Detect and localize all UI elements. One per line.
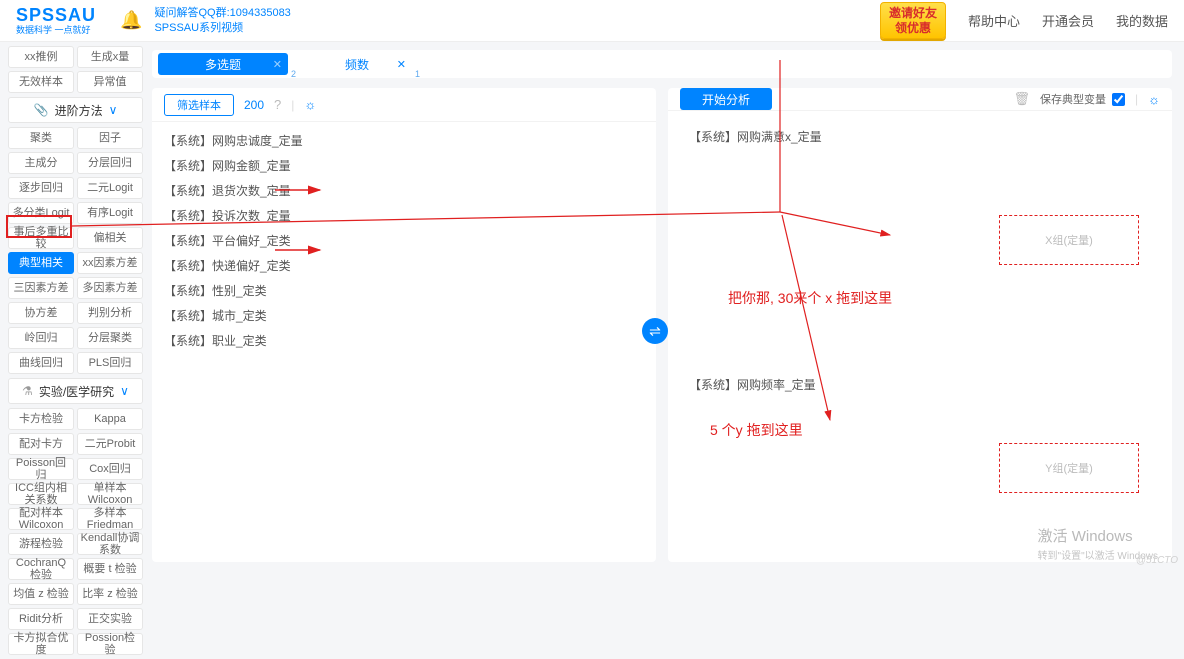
main-area: 多选题 ✕ 2 频数 ✕ 1 筛选样本 200 ? | ☼ 【系统】网购忠诚度_… xyxy=(152,50,1172,564)
tab-frequency[interactable]: 频数 ✕ 1 xyxy=(302,53,412,75)
chevron-down-icon: ∨ xyxy=(120,384,129,398)
side-btn[interactable]: 逐步回归 xyxy=(8,177,74,199)
side-btn[interactable]: 配对卡方 xyxy=(8,433,74,455)
x-zone-item[interactable]: 【系统】网购满意x_定量 xyxy=(679,120,1161,145)
side-btn[interactable]: 卡方拟合优度 xyxy=(8,633,74,655)
logo-block: SPSSAU 数据科学 一点就好 xyxy=(16,5,96,36)
side-btn[interactable]: 协方差 xyxy=(8,302,74,324)
save-model-label: 保存典型变量 xyxy=(1040,91,1106,107)
sample-count: 200 xyxy=(244,98,264,112)
save-model-checkbox[interactable] xyxy=(1112,93,1125,106)
variable-list: 【系统】网购忠诚度_定量【系统】网购金额_定量【系统】退货次数_定量【系统】投诉… xyxy=(152,122,656,562)
close-icon[interactable]: ✕ xyxy=(273,58,282,71)
tab-multichoice[interactable]: 多选题 ✕ 2 xyxy=(158,53,288,75)
side-btn[interactable]: 卡方检验 xyxy=(8,408,74,430)
trash-icon[interactable]: 🗑 xyxy=(1013,91,1030,107)
analysis-tabs: 多选题 ✕ 2 频数 ✕ 1 xyxy=(152,50,1172,78)
side-btn[interactable]: 典型相关 xyxy=(8,252,74,274)
side-btn[interactable]: 生成x量 xyxy=(77,46,143,68)
help-center-link[interactable]: 帮助中心 xyxy=(968,11,1020,30)
side-btn[interactable]: 多分类Logit xyxy=(8,202,74,224)
side-btn[interactable]: 比率 z 检验 xyxy=(77,583,143,605)
side-btn[interactable]: 正交实验 xyxy=(77,608,143,630)
bulb-icon[interactable]: ☼ xyxy=(1148,92,1160,107)
side-btn[interactable]: 有序Logit xyxy=(77,202,143,224)
side-btn[interactable]: Ridit分析 xyxy=(8,608,74,630)
side-btn[interactable]: 事后多重比较 xyxy=(8,227,74,249)
variable-item[interactable]: 【系统】城市_定类 xyxy=(164,303,644,328)
side-btn[interactable]: 单样本Wilcoxon xyxy=(77,483,143,505)
close-icon[interactable]: ✕ xyxy=(397,58,406,71)
clip-icon: 📎 xyxy=(34,103,49,117)
side-btn[interactable]: 多因素方差 xyxy=(77,277,143,299)
sidebar-section-experiment[interactable]: ⚗ 实验/医学研究 ∨ xyxy=(8,378,143,404)
filter-sample-button[interactable]: 筛选样本 xyxy=(164,94,234,116)
side-btn[interactable]: 岭回归 xyxy=(8,327,74,349)
variable-item[interactable]: 【系统】快递偏好_定类 xyxy=(164,253,644,278)
header-help-links: 疑问解答QQ群:1094335083 SPSSAU系列视频 xyxy=(154,6,290,35)
side-btn[interactable]: 多样本Friedman xyxy=(77,508,143,530)
qq-group-link[interactable]: 疑问解答QQ群:1094335083 xyxy=(154,6,290,20)
logo: SPSSAU xyxy=(16,5,96,25)
side-btn[interactable]: 二元Probit xyxy=(77,433,143,455)
side-btn[interactable]: 曲线回归 xyxy=(8,352,74,374)
side-btn[interactable]: PLS回归 xyxy=(77,352,143,374)
side-btn[interactable]: 分层聚类 xyxy=(77,327,143,349)
side-btn[interactable]: xx推例 xyxy=(8,46,74,68)
side-btn[interactable]: 因子 xyxy=(77,127,143,149)
side-btn[interactable]: CochranQ检验 xyxy=(8,558,74,580)
start-analysis-button[interactable]: 开始分析 xyxy=(680,88,772,110)
side-btn[interactable]: Possion检验 xyxy=(77,633,143,655)
config-panel: ⇌ 开始分析 🗑 保存典型变量 | ☼ 【系统】网购满意x_定量 X组(定量) xyxy=(668,88,1172,562)
side-btn[interactable]: 均值 z 检验 xyxy=(8,583,74,605)
variable-item[interactable]: 【系统】网购忠诚度_定量 xyxy=(164,128,644,153)
bell-icon[interactable]: 🔔 xyxy=(120,10,142,31)
left-sidebar: xx推例 生成x量 无效样本 异常值 📎 进阶方法 ∨ 聚类因子主成分分层回归逐… xyxy=(8,46,143,659)
side-btn[interactable]: ICC组内相关系数 xyxy=(8,483,74,505)
sidebar-section-advanced[interactable]: 📎 进阶方法 ∨ xyxy=(8,97,143,123)
my-data-link[interactable]: 我的数据 xyxy=(1116,11,1168,30)
side-btn[interactable]: 偏相关 xyxy=(77,227,143,249)
video-link[interactable]: SPSSAU系列视频 xyxy=(154,21,290,35)
side-btn[interactable]: 主成分 xyxy=(8,152,74,174)
side-btn[interactable]: Kappa xyxy=(77,408,143,430)
side-btn[interactable]: 异常值 xyxy=(77,71,143,93)
variable-item[interactable]: 【系统】网购金额_定量 xyxy=(164,153,644,178)
variable-item[interactable]: 【系统】平台偏好_定类 xyxy=(164,228,644,253)
bulb-icon[interactable]: ☼ xyxy=(304,97,316,112)
side-btn[interactable]: 判别分析 xyxy=(77,302,143,324)
side-btn[interactable]: 二元Logit xyxy=(77,177,143,199)
variable-item[interactable]: 【系统】职业_定类 xyxy=(164,328,644,353)
side-btn[interactable]: xx因素方差 xyxy=(77,252,143,274)
side-btn[interactable]: 概要 t 检验 xyxy=(77,558,143,580)
header-right: 邀请好友 领优惠 帮助中心 开通会员 我的数据 xyxy=(880,2,1168,39)
chevron-down-icon: ∨ xyxy=(109,103,118,117)
y-drop-box[interactable]: Y组(定量) xyxy=(999,443,1139,493)
y-zone-item[interactable]: 【系统】网购频率_定量 xyxy=(679,368,1161,393)
side-btn[interactable]: 聚类 xyxy=(8,127,74,149)
logo-tagline: 数据科学 一点就好 xyxy=(16,23,96,36)
source-watermark: @51CTO xyxy=(1136,555,1178,566)
side-btn[interactable]: Poisson回归 xyxy=(8,458,74,480)
side-btn[interactable]: Kendall协调系数 xyxy=(77,533,143,555)
side-btn[interactable]: 配对样本Wilcoxon xyxy=(8,508,74,530)
invite-badge[interactable]: 邀请好友 领优惠 xyxy=(880,2,946,39)
x-drop-zone[interactable]: 【系统】网购满意x_定量 X组(定量) xyxy=(678,119,1162,349)
variable-item[interactable]: 【系统】投诉次数_定量 xyxy=(164,203,644,228)
side-btn[interactable]: 无效样本 xyxy=(8,71,74,93)
help-icon[interactable]: ? xyxy=(274,97,281,112)
app-header: SPSSAU 数据科学 一点就好 🔔 疑问解答QQ群:1094335083 SP… xyxy=(0,0,1184,42)
x-drop-box[interactable]: X组(定量) xyxy=(999,215,1139,265)
side-btn[interactable]: 分层回归 xyxy=(77,152,143,174)
variable-item[interactable]: 【系统】退货次数_定量 xyxy=(164,178,644,203)
open-vip-link[interactable]: 开通会员 xyxy=(1042,11,1094,30)
side-btn[interactable]: 三因素方差 xyxy=(8,277,74,299)
variable-panel: 筛选样本 200 ? | ☼ 【系统】网购忠诚度_定量【系统】网购金额_定量【系… xyxy=(152,88,656,562)
variable-item[interactable]: 【系统】性别_定类 xyxy=(164,278,644,303)
side-btn[interactable]: Cox回归 xyxy=(77,458,143,480)
flask-icon: ⚗ xyxy=(22,384,33,398)
side-btn[interactable]: 游程检验 xyxy=(8,533,74,555)
swap-button[interactable]: ⇌ xyxy=(642,318,668,344)
